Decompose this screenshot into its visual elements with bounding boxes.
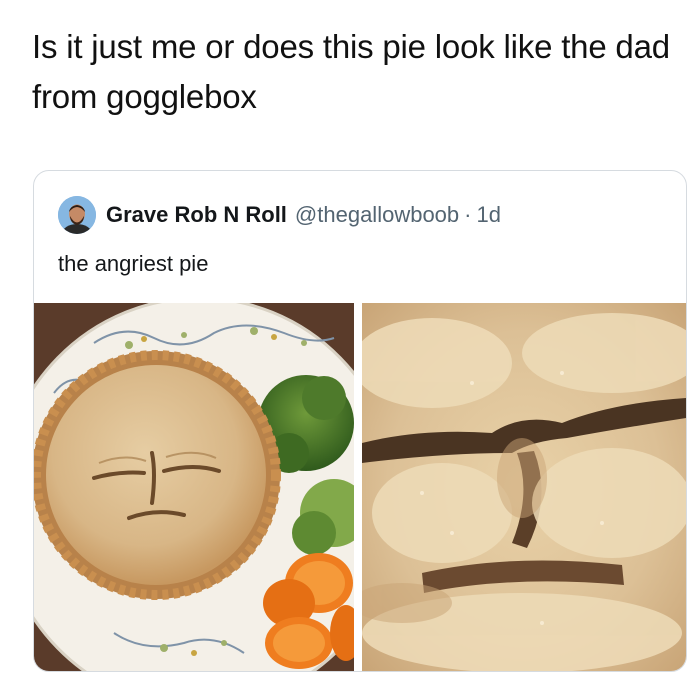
- display-name[interactable]: Grave Rob N Roll: [106, 202, 287, 228]
- separator-dot: ·: [464, 202, 472, 227]
- post-caption: Is it just me or does this pie look like…: [32, 28, 670, 115]
- profile-photo-icon: [58, 196, 96, 234]
- embedded-tweet-card[interactable]: Grave Rob N Roll @thegallowboob · 1d the…: [33, 170, 687, 672]
- user-handle[interactable]: @thegallowboob: [295, 202, 459, 228]
- pie-on-plate-photo[interactable]: [34, 303, 354, 671]
- tweet-media: [34, 303, 686, 671]
- timestamp[interactable]: 1d: [476, 202, 500, 228]
- tweet-text: the angriest pie: [58, 251, 209, 276]
- pie-face-closeup-photo[interactable]: [362, 303, 686, 671]
- media-divider: [354, 303, 362, 671]
- avatar[interactable]: [58, 196, 96, 234]
- tweet-header: Grave Rob N Roll @thegallowboob · 1d: [58, 195, 501, 235]
